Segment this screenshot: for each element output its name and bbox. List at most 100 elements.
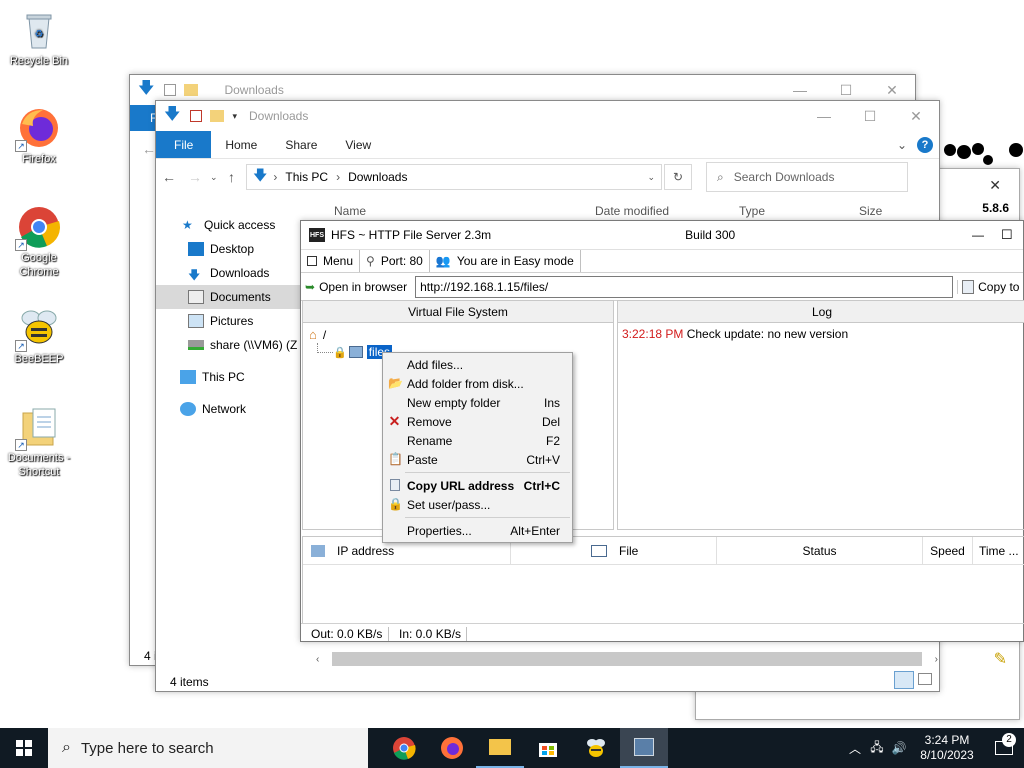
menu-item-add-folder[interactable]: 📂 Add folder from disk...: [383, 374, 572, 393]
volume-icon[interactable]: 🔊: [888, 741, 910, 755]
log-entry: 3:22:18 PM Check update: no new version: [618, 323, 1024, 345]
search-input[interactable]: ⌕ Search Downloads: [706, 162, 908, 192]
maximize-button[interactable]: ☐: [1001, 227, 1023, 243]
quick-access-dropdown-icon[interactable]: ▾: [232, 111, 237, 122]
address-dropdown-icon[interactable]: ⌄: [647, 172, 655, 183]
desktop-icon-beebeep[interactable]: ↗ BeeBEEP: [1, 306, 77, 366]
copy-to-clipboard-button[interactable]: Copy to: [957, 279, 1019, 294]
close-button[interactable]: ✕: [893, 101, 939, 131]
tab-home[interactable]: Home: [211, 131, 271, 158]
tab-share[interactable]: Share: [271, 131, 331, 158]
expand-ribbon-icon[interactable]: ⌄: [897, 138, 907, 152]
desktop-icon-label: Google Chrome: [19, 252, 59, 278]
column-type[interactable]: Type: [739, 204, 765, 218]
tab-view[interactable]: View: [331, 131, 385, 158]
users-icon: 👥: [435, 254, 451, 268]
menu-item-remove[interactable]: ✕ Remove Del: [383, 412, 572, 431]
edit-icon[interactable]: ✎: [994, 649, 1007, 669]
horizontal-scrollbar[interactable]: ‹ ›: [316, 651, 938, 667]
desktop-icon-label: Recycle Bin: [9, 55, 69, 67]
menu-item-rename[interactable]: Rename F2: [383, 431, 572, 450]
recycle-bin-icon: ♻: [17, 8, 61, 52]
breadcrumb-this-pc[interactable]: This PC: [285, 170, 328, 184]
menu-item-paste[interactable]: 📋 Paste Ctrl+V: [383, 450, 572, 469]
maximize-button[interactable]: ☐: [847, 101, 893, 131]
ribbon-file-tab[interactable]: Fi: [130, 105, 160, 131]
copy-icon: [390, 479, 400, 491]
menu-item-label: Remove: [407, 414, 452, 429]
nav-pictures[interactable]: Pictures: [156, 309, 301, 333]
taskbar-beebeep[interactable]: [572, 728, 620, 768]
page-title: Downloads: [248, 109, 309, 123]
minimize-button[interactable]: —: [801, 101, 847, 131]
vfs-root[interactable]: ⌂ /: [309, 327, 326, 342]
desktop-icon-recycle-bin[interactable]: ♻ Recycle Bin: [1, 8, 77, 68]
column-speed[interactable]: Speed: [923, 537, 973, 564]
scroll-right-icon[interactable]: ›: [922, 654, 938, 665]
menu-item-copy-url[interactable]: Copy URL address Ctrl+C: [383, 476, 572, 495]
menu-item-add-files[interactable]: Add files...: [383, 355, 572, 374]
back-arrow-icon[interactable]: ←: [162, 169, 188, 185]
up-arrow-icon[interactable]: ↑: [228, 169, 246, 185]
menu-shortcut: F2: [545, 433, 560, 448]
taskbar-chrome[interactable]: [380, 728, 428, 768]
taskbar-firefox[interactable]: [428, 728, 476, 768]
nav-this-pc[interactable]: This PC: [156, 365, 301, 389]
back-arrow-icon[interactable]: ←: [142, 141, 156, 157]
address-bar[interactable]: 🡇 › This PC › Downloads ⌄: [246, 164, 662, 190]
breadcrumb-downloads[interactable]: Downloads: [348, 170, 407, 184]
network-status-icon[interactable]: 🖧: [866, 738, 888, 759]
start-button[interactable]: [0, 728, 48, 768]
close-button[interactable]: ✕: [989, 177, 1001, 194]
taskbar-hfs[interactable]: [620, 728, 668, 768]
scrollbar-thumb[interactable]: [332, 652, 922, 666]
nav-share-drive[interactable]: share (\\VM6) (Z: [156, 333, 301, 357]
menu-item-properties[interactable]: Properties... Alt+Enter: [383, 521, 572, 540]
taskbar-search-box[interactable]: ⌕ Type here to search: [48, 728, 368, 768]
port-button[interactable]: ⚲ Port: 80: [360, 250, 430, 272]
url-field[interactable]: http://192.168.1.15/files/: [415, 275, 954, 298]
nav-quick-access[interactable]: ★ Quick access: [156, 213, 301, 237]
scroll-left-icon[interactable]: ‹: [316, 654, 332, 665]
bee-icon: ↗: [15, 306, 61, 352]
column-time[interactable]: Time ...: [973, 537, 1024, 564]
nav-network[interactable]: Network: [156, 397, 301, 421]
forward-arrow-icon[interactable]: →: [188, 169, 210, 185]
minimize-button[interactable]: —: [955, 228, 1001, 242]
taskbar-store[interactable]: [524, 728, 572, 768]
title-bar: 🡇 ▾ Downloads — ☐ ✕: [156, 101, 939, 131]
notifications-button[interactable]: 2: [984, 733, 1024, 755]
breadcrumb-separator-icon[interactable]: ›: [336, 170, 340, 184]
tab-file[interactable]: File: [156, 131, 212, 158]
mode-button[interactable]: 👥 You are in Easy mode: [430, 250, 581, 272]
large-icons-view-icon[interactable]: [918, 673, 932, 685]
nav-documents[interactable]: Documents: [156, 285, 301, 309]
column-date-modified[interactable]: Date modified: [595, 204, 669, 218]
help-icon[interactable]: ?: [917, 136, 933, 153]
menu-item-set-user-pass[interactable]: 🔒 Set user/pass...: [383, 495, 572, 514]
column-size[interactable]: Size: [859, 204, 882, 218]
desktop-icon-chrome[interactable]: ↗ Google Chrome: [1, 205, 77, 279]
notification-badge: 2: [1002, 733, 1016, 747]
refresh-button[interactable]: ↻: [664, 164, 692, 190]
column-status[interactable]: Status: [717, 537, 923, 564]
menu-label: Menu: [323, 254, 354, 268]
menu-item-new-empty-folder[interactable]: New empty folder Ins: [383, 393, 572, 412]
column-name[interactable]: Name: [334, 204, 366, 218]
shortcut-arrow-icon: ↗: [15, 340, 27, 352]
desktop-icon-documents-shortcut[interactable]: ↗ Documents - Shortcut: [1, 405, 77, 479]
clock[interactable]: 3:24 PM 8/10/2023: [910, 733, 984, 763]
menu-shortcut: Ctrl+C: [523, 478, 560, 493]
show-hidden-icons-icon[interactable]: ︿: [844, 740, 866, 757]
recent-locations-icon[interactable]: ⌄: [210, 172, 228, 183]
nav-desktop[interactable]: Desktop: [156, 237, 301, 261]
desktop-icon-firefox[interactable]: ↗ Firefox: [1, 106, 77, 166]
nav-downloads[interactable]: 🡇 Downloads: [156, 261, 301, 285]
out-speed: Out: 0.0 KB/s: [301, 626, 389, 641]
breadcrumb-separator-icon[interactable]: ›: [273, 170, 277, 184]
taskbar-file-explorer[interactable]: [476, 728, 524, 768]
menu-button[interactable]: Menu: [301, 250, 361, 272]
menu-item-label: Add folder from disk...: [407, 376, 524, 391]
open-in-browser-button[interactable]: ➥ Open in browser: [301, 280, 411, 294]
details-view-icon[interactable]: [894, 671, 914, 689]
